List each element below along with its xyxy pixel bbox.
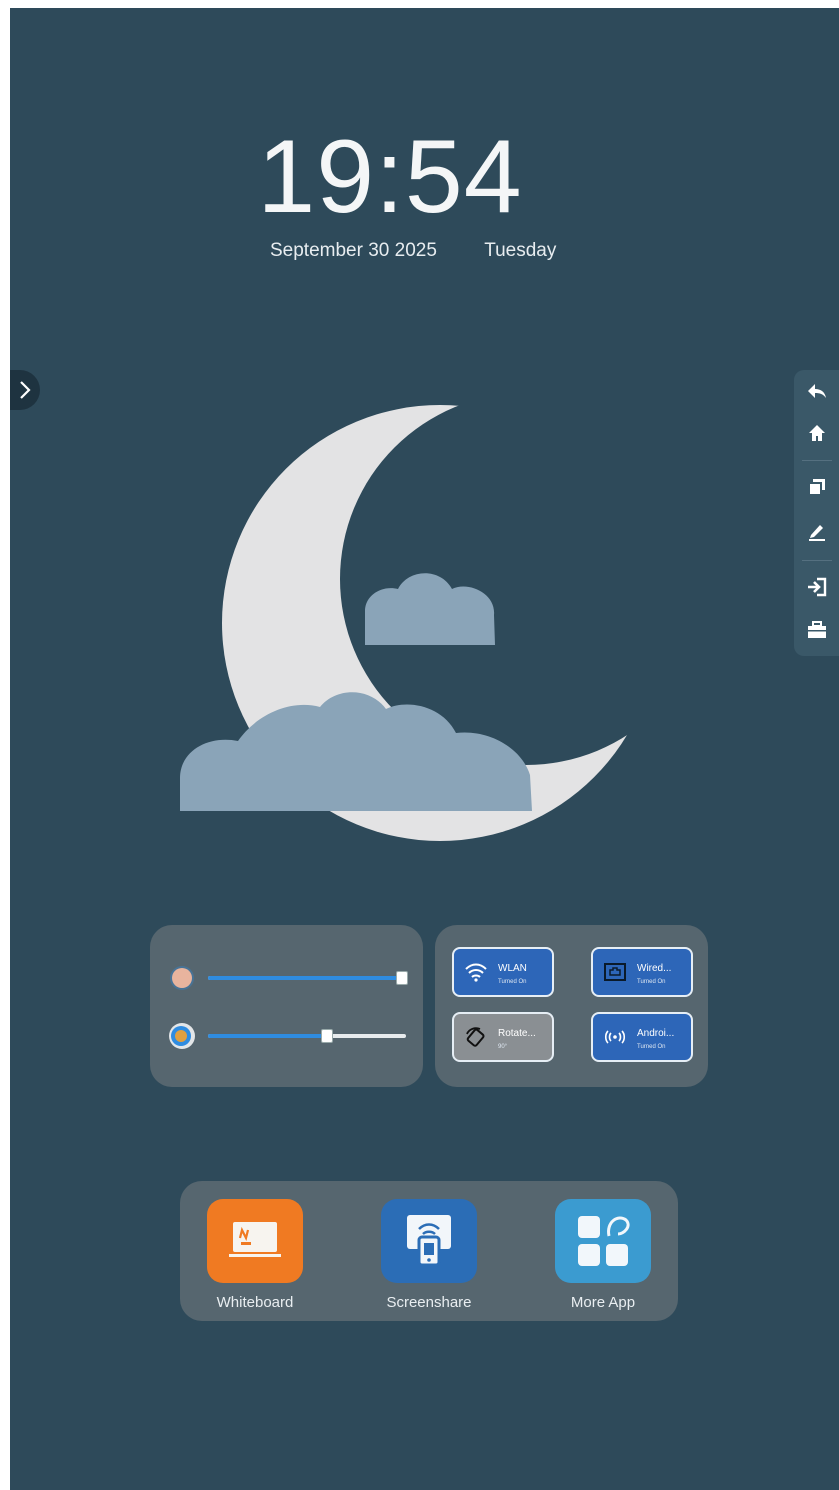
app-screenshare-label: Screenshare [386,1294,472,1311]
floating-toolbar [794,370,839,656]
toolbar-back-button[interactable] [794,374,839,408]
app-dock: Whiteboard Screenshare More App [180,1181,678,1321]
app-more-apps-label: More App [570,1294,636,1311]
quick-toggles-panel: WLAN Turned On Wired... Turned On Rotate… [435,925,708,1087]
rotate-icon [466,1027,485,1047]
sidebar-expand-button[interactable] [10,370,40,410]
volume-fill [208,1034,326,1038]
app-screenshare[interactable]: Screenshare [369,1199,489,1311]
app-more-apps[interactable]: More App [543,1199,663,1311]
home-icon [808,425,825,441]
chevron-right-icon [20,381,31,399]
tile-wired-network[interactable]: Wired... Turned On [591,947,693,997]
clock-time: 19:54 [257,119,523,235]
brightness-thumb[interactable] [396,971,408,985]
tile-android-title: Androi... [637,1028,675,1039]
volume-slider[interactable] [168,1021,408,1051]
toolbox-icon [807,621,826,638]
hotspot-icon [604,1030,626,1044]
weather-night-icon [180,405,658,841]
brightness-track[interactable] [208,971,408,985]
date-row: September 30 2025 Tuesday [270,240,556,262]
brightness-fill [208,976,401,980]
toolbar-input-source-button[interactable] [794,570,839,604]
tile-wired-title: Wired... [637,963,672,974]
tile-android-status: Turned On [637,1044,666,1050]
tile-wlan[interactable]: WLAN Turned On [452,947,554,997]
toolbar-toolbox-button[interactable] [794,613,839,647]
toolbar-windows-button[interactable] [794,470,839,504]
more-apps-icon [555,1199,651,1283]
brightness-slider[interactable] [168,963,408,993]
windows-icon [807,479,825,496]
volume-icon [169,1023,195,1049]
tile-rotate[interactable]: Rotate... 90° [452,1012,554,1062]
tile-wlan-title: WLAN [498,963,527,974]
screenshare-icon [381,1199,477,1283]
brightness-icon [170,966,194,990]
weekday-label: Tuesday [484,240,557,261]
back-arrow-icon [807,384,826,398]
volume-track[interactable] [208,1029,406,1043]
app-whiteboard[interactable]: Whiteboard [195,1199,315,1311]
home-screen: 19:54 September 30 2025 Tuesday WLAN Tur… [10,8,839,1490]
quick-sliders-panel [150,925,423,1087]
wifi-icon [465,963,487,982]
input-icon [807,577,826,597]
toolbar-annotate-button[interactable] [794,514,839,548]
tile-rotate-status: 90° [498,1044,508,1050]
date-label: September 30 2025 [270,240,437,261]
volume-thumb[interactable] [321,1029,333,1043]
tile-rotate-title: Rotate... [498,1028,536,1039]
app-whiteboard-label: Whiteboard [216,1294,294,1311]
tile-wlan-status: Turned On [498,979,527,985]
whiteboard-icon [207,1199,303,1283]
tile-wired-status: Turned On [637,979,666,985]
tile-android-hotspot[interactable]: Androi... Turned On [591,1012,693,1062]
pen-icon [808,525,825,541]
toolbar-home-button[interactable] [794,416,839,450]
ethernet-icon [604,963,626,981]
